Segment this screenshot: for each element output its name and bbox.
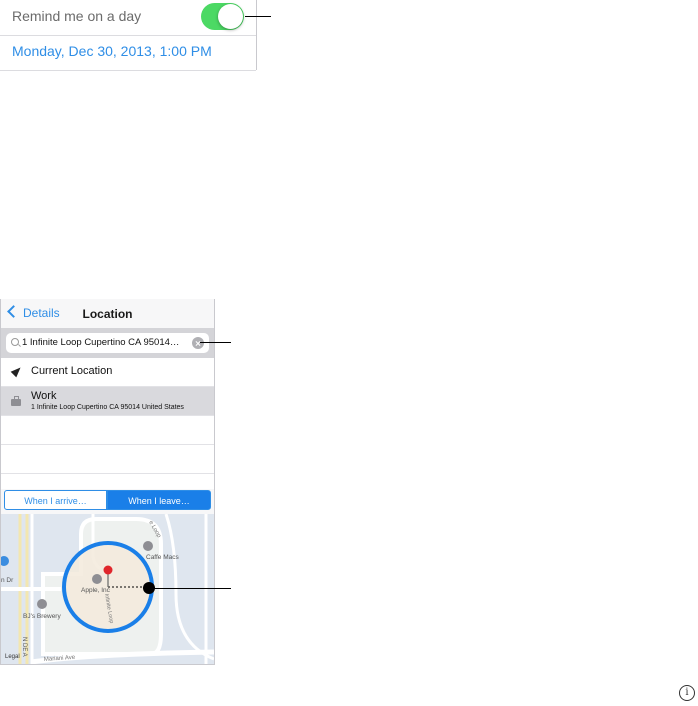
- radius-drag-handle[interactable]: [143, 582, 155, 594]
- location-arrow-icon: [10, 364, 24, 378]
- toggle-knob: [218, 4, 243, 29]
- trigger-segmented-control: When I arrive… When I leave…: [1, 489, 214, 514]
- segment-when-arrive[interactable]: When I arrive…: [4, 490, 107, 510]
- segment-when-leave[interactable]: When I leave…: [107, 490, 211, 510]
- list-item-empty: [1, 416, 214, 445]
- list-item-work[interactable]: Work 1 Infinite Loop Cupertino CA 95014 …: [1, 387, 214, 416]
- search-icon: [11, 338, 19, 346]
- map-view[interactable]: Apple, Inc Caffe Macs BJ's Brewery n Dr …: [1, 514, 214, 664]
- map-pin-icon[interactable]: [103, 565, 113, 575]
- briefcase-icon: [11, 396, 21, 406]
- list-item-subtitle: 1 Infinite Loop Cupertino CA 95014 Unite…: [31, 404, 184, 411]
- map-label-brewery: BJ's Brewery: [23, 613, 61, 620]
- map-label-caffe: Caffe Macs: [146, 554, 180, 561]
- remind-on-day-row: Remind me on a day: [0, 0, 256, 36]
- list-item-current-location[interactable]: Current Location: [1, 358, 214, 387]
- search-callout-line: [200, 342, 231, 343]
- search-bar: 1 Infinite Loop Cupertino CA 95014…: [1, 328, 214, 358]
- restaurant-icon[interactable]: [37, 599, 47, 609]
- restaurant-icon[interactable]: [143, 541, 153, 551]
- map-legal-link[interactable]: Legal: [5, 654, 20, 660]
- info-poi-icon[interactable]: [92, 574, 102, 584]
- list-item-title: Current Location: [31, 365, 113, 377]
- search-input[interactable]: 1 Infinite Loop Cupertino CA 95014…: [6, 333, 209, 353]
- nav-bar: Details Location: [1, 299, 214, 329]
- info-icon: i: [679, 685, 695, 701]
- map-label-nde: N DE A: [21, 637, 27, 657]
- radius-callout-line: [149, 588, 231, 589]
- list-item-empty: [1, 445, 214, 474]
- page-title: Location: [82, 307, 133, 321]
- reminder-date-row[interactable]: Monday, Dec 30, 2013, 1:00 PM: [0, 35, 256, 71]
- map-label-dr: n Dr: [1, 577, 14, 584]
- toggle-callout-line: [245, 16, 271, 17]
- reminder-panel: Remind me on a day Monday, Dec 30, 2013,…: [0, 0, 257, 71]
- list-item-empty: [1, 474, 214, 488]
- remind-on-day-toggle[interactable]: [201, 3, 244, 30]
- reminder-date[interactable]: Monday, Dec 30, 2013, 1:00 PM: [12, 43, 212, 59]
- remind-on-day-label: Remind me on a day: [12, 8, 142, 24]
- list-item-title: Work: [31, 390, 57, 402]
- location-screen: Details Location 1 Infinite Loop Cuperti…: [0, 299, 215, 665]
- search-input-value: 1 Infinite Loop Cupertino CA 95014…: [22, 337, 180, 348]
- clear-icon[interactable]: [192, 337, 204, 349]
